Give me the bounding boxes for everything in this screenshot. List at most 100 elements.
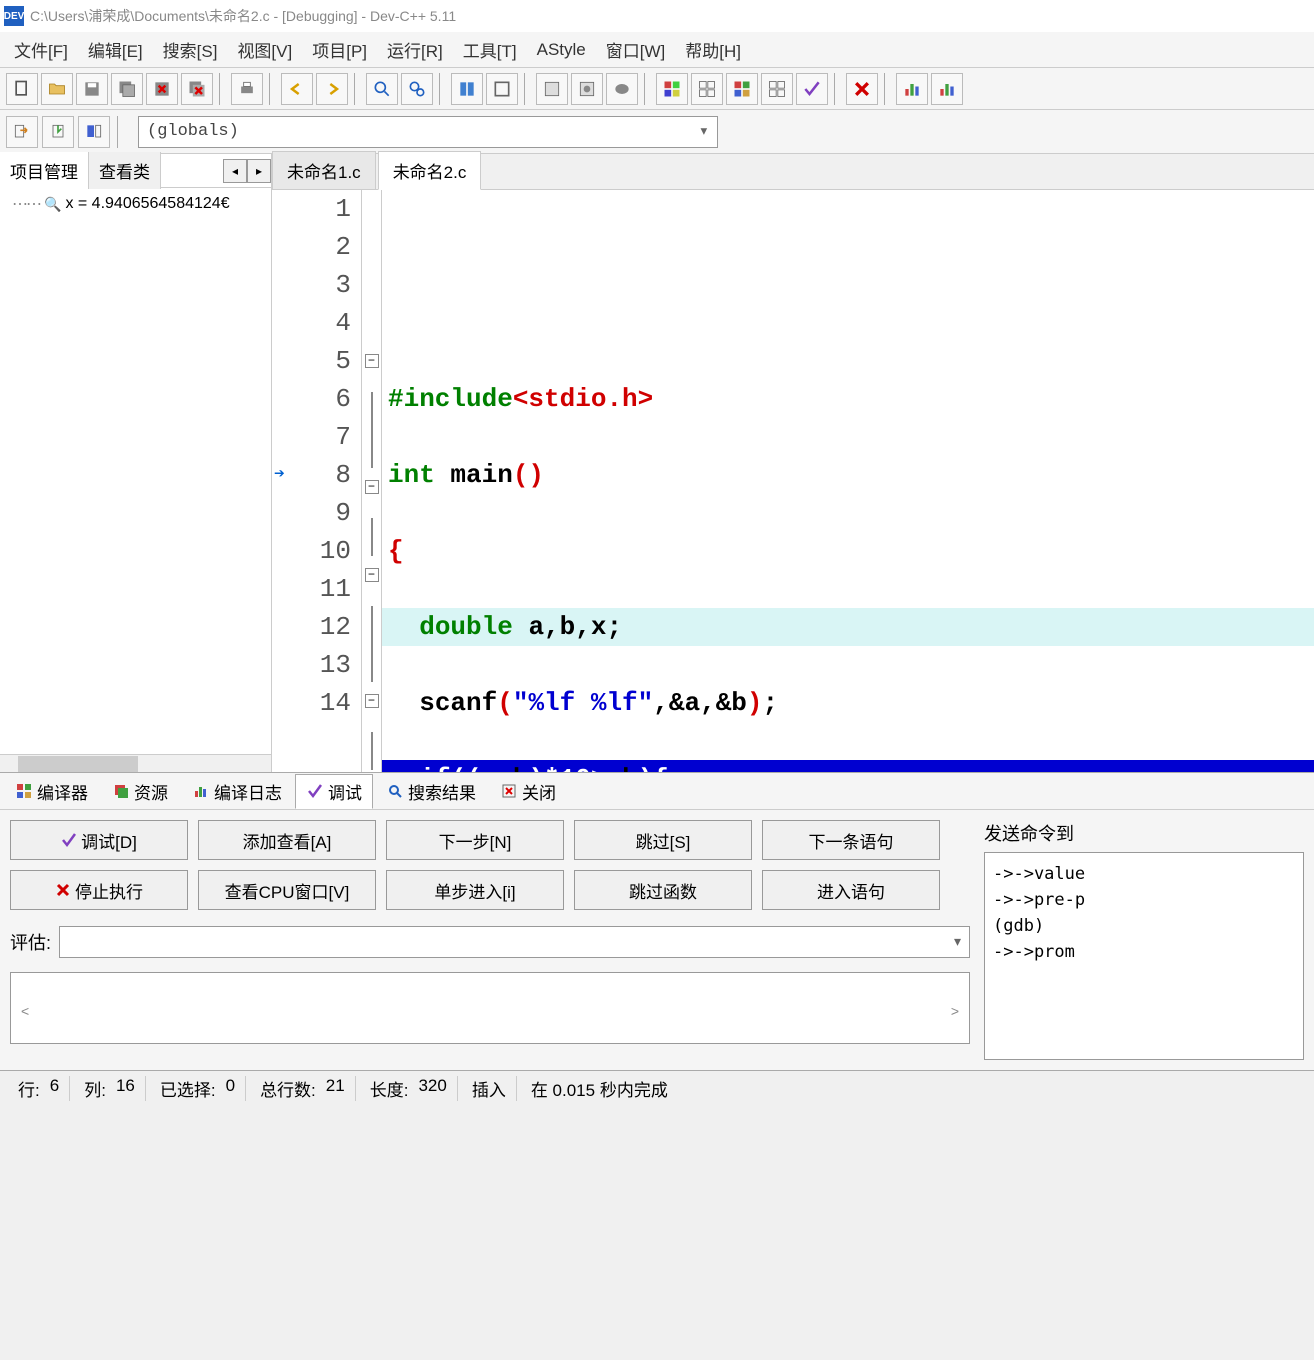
menu-project[interactable]: 项目[P] [302, 31, 377, 68]
profile-button[interactable] [896, 73, 928, 105]
print-button[interactable] [231, 73, 263, 105]
watch-item[interactable]: ⋯⋯ 🔍 x = 4.9406564584124€ [4, 192, 267, 216]
compile-run-button[interactable] [536, 73, 568, 105]
exec-arrow-icon: ➔ [274, 456, 285, 494]
gdb-line: (gdb) [993, 913, 1295, 939]
editor-tab-1[interactable]: 未命名1.c [272, 151, 376, 189]
separator [439, 73, 445, 105]
tool-grid2-button[interactable] [691, 73, 723, 105]
run-button[interactable] [486, 73, 518, 105]
sidebar-scrollbar[interactable] [0, 754, 271, 772]
btab-debug[interactable]: 调试 [295, 774, 373, 809]
status-sel: 已选择:0 [150, 1076, 246, 1101]
btab-resource[interactable]: 资源 [101, 774, 179, 809]
find-button[interactable] [366, 73, 398, 105]
close-all-button[interactable] [181, 73, 213, 105]
sidebar-content: ⋯⋯ 🔍 x = 4.9406564584124€ [0, 188, 271, 754]
tab-project-mgmt[interactable]: 项目管理 [0, 152, 89, 189]
step-into-button[interactable]: 单步进入[i] [386, 870, 564, 910]
tool-windows-button[interactable] [726, 73, 758, 105]
tool-grid1-button[interactable] [656, 73, 688, 105]
add-watch-button[interactable]: 添加查看[A] [198, 820, 376, 860]
next-stmt-button[interactable]: 下一条语句 [762, 820, 940, 860]
line-number: 13 [272, 646, 351, 684]
fold-line-icon [371, 430, 373, 468]
skip-func-button[interactable]: 跳过函数 [574, 870, 752, 910]
new-file-button[interactable] [6, 73, 38, 105]
editor-body[interactable]: 1 2 3 4 5 6 7 ➔8 9 10 11 12 13 14 − − [272, 190, 1314, 772]
fold-line-icon [371, 518, 373, 556]
gdb-output[interactable]: ->->value ->->pre-p (gdb) ->->prom [984, 852, 1304, 1060]
menu-window[interactable]: 窗口[W] [596, 31, 676, 68]
line-number: 6 [272, 380, 351, 418]
menu-search[interactable]: 搜索[S] [153, 31, 228, 68]
stop-debug-button[interactable]: 停止执行 [10, 870, 188, 910]
next-step-button[interactable]: 下一步[N] [386, 820, 564, 860]
code-content[interactable]: #include<stdio.h> int main() { double a,… [382, 190, 1314, 772]
nav-left-button[interactable]: ◂ [223, 159, 247, 183]
menu-view[interactable]: 视图[V] [227, 31, 302, 68]
goto-button[interactable] [6, 116, 38, 148]
fold-toggle[interactable]: − [365, 354, 379, 368]
close-file-button[interactable] [146, 73, 178, 105]
tool-grid3-button[interactable] [761, 73, 793, 105]
tab-class-view[interactable]: 查看类 [89, 152, 161, 189]
toolbar-main [0, 68, 1314, 110]
replace-button[interactable] [401, 73, 433, 105]
btab-compile-log[interactable]: 编译日志 [181, 774, 293, 809]
status-value: 插入 [472, 1076, 506, 1101]
rebuild-button[interactable] [571, 73, 603, 105]
scroll-left-icon[interactable]: < [21, 1003, 29, 1039]
editor-tab-2[interactable]: 未命名2.c [378, 151, 482, 190]
error-button[interactable] [846, 73, 878, 105]
btab-close[interactable]: 关闭 [489, 774, 567, 809]
redo-button[interactable] [316, 73, 348, 105]
separator [884, 73, 890, 105]
nav-right-button[interactable]: ▸ [247, 159, 271, 183]
btn-label: 停止执行 [75, 878, 143, 903]
editor-tabs: 未命名1.c 未命名2.c [272, 154, 1314, 190]
menu-astyle[interactable]: AStyle [527, 34, 596, 66]
resource-icon [112, 782, 130, 800]
fold-toggle[interactable]: − [365, 480, 379, 494]
code-line: int main() [382, 456, 1314, 494]
code-line [382, 228, 1314, 266]
bookmark-button[interactable] [42, 116, 74, 148]
eval-output[interactable]: < > [10, 972, 970, 1044]
menu-run[interactable]: 运行[R] [377, 31, 453, 68]
debug-button[interactable] [606, 73, 638, 105]
menu-help[interactable]: 帮助[H] [675, 31, 751, 68]
status-label: 已选择: [160, 1076, 216, 1101]
btab-compiler[interactable]: 编译器 [4, 774, 99, 809]
status-col: 列:16 [74, 1076, 146, 1101]
menu-tools[interactable]: 工具[T] [453, 31, 527, 68]
bookmark2-button[interactable] [78, 116, 110, 148]
chart-icon [192, 782, 210, 800]
btab-label: 编译日志 [214, 779, 282, 804]
gdb-send-label: 发送命令到 [984, 820, 1304, 846]
btab-search-results[interactable]: 搜索结果 [375, 774, 487, 809]
debug-start-button[interactable]: 调试[D] [10, 820, 188, 860]
menu-edit[interactable]: 编辑[E] [78, 31, 153, 68]
fold-line-icon [371, 392, 373, 430]
cpu-window-button[interactable]: 查看CPU窗口[V] [198, 870, 376, 910]
profile2-button[interactable] [931, 73, 963, 105]
eval-input[interactable] [59, 926, 970, 958]
check-button[interactable] [796, 73, 828, 105]
fold-toggle[interactable]: − [365, 694, 379, 708]
scrollbar-thumb[interactable] [18, 756, 138, 772]
globals-combo[interactable]: (globals) [138, 116, 718, 148]
status-value: 在 0.015 秒内完成 [531, 1076, 668, 1101]
menu-file[interactable]: 文件[F] [4, 31, 78, 68]
fold-toggle[interactable]: − [365, 568, 379, 582]
open-file-button[interactable] [41, 73, 73, 105]
fold-line-icon [371, 732, 373, 770]
save-all-button[interactable] [111, 73, 143, 105]
save-button[interactable] [76, 73, 108, 105]
into-stmt-button[interactable]: 进入语句 [762, 870, 940, 910]
debug-left: 调试[D] 添加查看[A] 下一步[N] 跳过[S] 下一条语句 停止执行 查看… [10, 820, 970, 1060]
undo-button[interactable] [281, 73, 313, 105]
compile-button[interactable] [451, 73, 483, 105]
step-over-button[interactable]: 跳过[S] [574, 820, 752, 860]
scroll-right-icon[interactable]: > [951, 1003, 959, 1039]
